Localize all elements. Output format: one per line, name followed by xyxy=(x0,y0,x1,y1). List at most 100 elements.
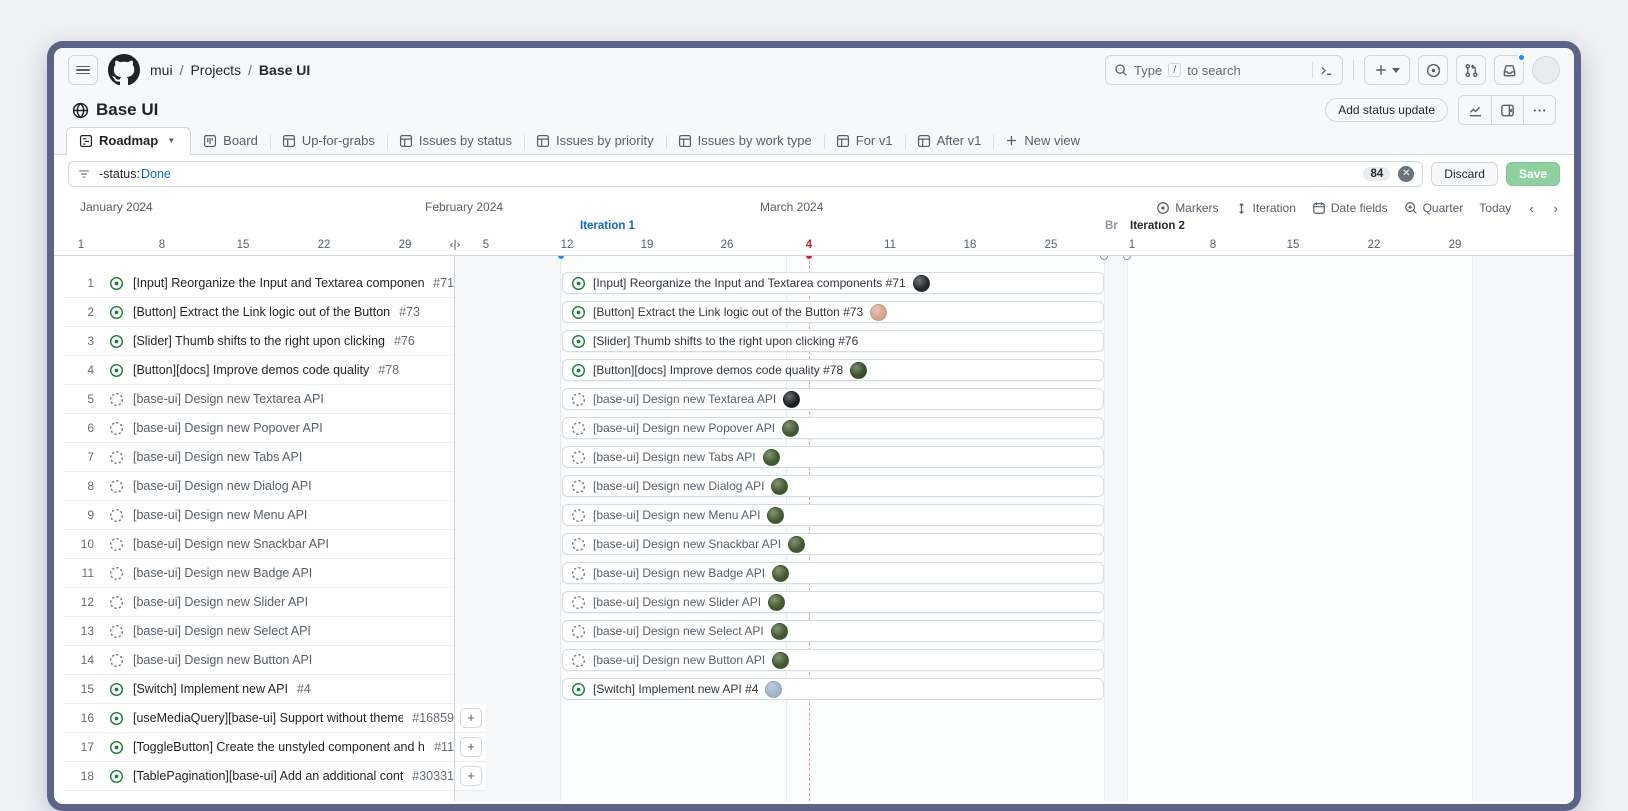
item-title[interactable]: [Slider] Thumb shifts to the right upon … xyxy=(133,334,385,348)
gantt-bar[interactable]: [base-ui] Design new Popover API xyxy=(562,417,1104,439)
control-iteration[interactable]: Iteration xyxy=(1235,201,1296,215)
item-title[interactable]: [base-ui] Design new Menu API xyxy=(133,508,307,522)
item-title[interactable]: [Button][docs] Improve demos code qualit… xyxy=(133,363,369,377)
control-today[interactable]: Today xyxy=(1479,201,1511,215)
table-row[interactable]: 6 [base-ui] Design new Popover API xyxy=(64,414,454,443)
tab-after-v1[interactable]: After v1 xyxy=(905,128,994,154)
gantt-bar[interactable]: [base-ui] Design new Dialog API xyxy=(562,475,1104,497)
github-logo-icon[interactable] xyxy=(108,54,140,86)
new-view-tab[interactable]: New view xyxy=(993,128,1092,154)
breadcrumb-section[interactable]: Projects xyxy=(190,62,241,78)
table-row[interactable]: 11 [base-ui] Design new Badge API xyxy=(64,559,454,588)
table-row[interactable]: 10 [base-ui] Design new Snackbar API xyxy=(64,530,454,559)
add-date-button[interactable]: + xyxy=(460,766,482,786)
column-resize-handle[interactable] xyxy=(448,238,462,252)
item-title[interactable]: [Switch] Implement new API xyxy=(133,682,288,696)
item-title[interactable]: [base-ui] Design new Select API xyxy=(133,624,311,638)
table-row[interactable]: 4 [Button][docs] Improve demos code qual… xyxy=(64,356,454,385)
command-palette-icon[interactable] xyxy=(1319,63,1334,78)
control-markers[interactable]: Markers xyxy=(1156,201,1218,215)
table-row[interactable]: 2 [Button] Extract the Link logic out of… xyxy=(64,298,454,327)
tab-options-caret-icon[interactable]: ▼ xyxy=(164,134,178,147)
item-title[interactable]: [base-ui] Design new Tabs API xyxy=(133,450,302,464)
prev-page-chevron[interactable]: ‹ xyxy=(1527,201,1535,216)
table-row[interactable]: 17 [ToggleButton] Create the unstyled co… xyxy=(64,733,454,762)
discard-button[interactable]: Discard xyxy=(1431,162,1498,186)
create-new-button[interactable] xyxy=(1364,55,1410,85)
breadcrumb-org[interactable]: mui xyxy=(150,62,173,78)
gantt-bar[interactable]: [base-ui] Design new Badge API xyxy=(562,562,1104,584)
assignee-avatar xyxy=(783,391,800,408)
gantt-bar[interactable]: [base-ui] Design new Menu API xyxy=(562,504,1104,526)
table-row[interactable]: 13 [base-ui] Design new Select API xyxy=(64,617,454,646)
item-title[interactable]: [base-ui] Design new Popover API xyxy=(133,421,323,435)
next-page-chevron[interactable]: › xyxy=(1552,201,1560,216)
table-row[interactable]: 3 [Slider] Thumb shifts to the right upo… xyxy=(64,327,454,356)
table-row[interactable]: 16 [useMediaQuery][base-ui] Support with… xyxy=(64,704,454,733)
draft-issue-icon xyxy=(109,392,124,407)
gantt-bar[interactable]: [Slider] Thumb shifts to the right upon … xyxy=(562,330,1104,352)
control-quarter[interactable]: Quarter xyxy=(1404,201,1464,215)
item-title[interactable]: [Button] Extract the Link logic out of t… xyxy=(133,305,390,319)
item-title[interactable]: [base-ui] Design new Button API xyxy=(133,653,312,667)
gantt-bar[interactable]: [base-ui] Design new Button API xyxy=(562,649,1104,671)
gantt-bar[interactable]: [base-ui] Design new Snackbar API xyxy=(562,533,1104,555)
gantt-bar[interactable]: [base-ui] Design new Textarea API xyxy=(562,388,1104,410)
item-title[interactable]: [useMediaQuery][base-ui] Support without… xyxy=(133,711,403,725)
tab-issues-by-status[interactable]: Issues by status xyxy=(387,128,524,154)
insights-chart-icon[interactable] xyxy=(1459,96,1491,124)
gantt-bar[interactable]: [Switch] Implement new API #4 xyxy=(562,678,1104,700)
table-row[interactable]: 8 [base-ui] Design new Dialog API xyxy=(64,472,454,501)
gantt-bar[interactable]: [Input] Reorganize the Input and Textare… xyxy=(562,272,1104,294)
issues-icon-button[interactable] xyxy=(1418,55,1448,85)
gantt-bar[interactable]: [base-ui] Design new Tabs API xyxy=(562,446,1104,468)
tab-issues-by-work-type[interactable]: Issues by work type xyxy=(666,128,824,154)
search-divider xyxy=(1312,62,1313,78)
table-row[interactable]: 18 [TablePagination][base-ui] Add an add… xyxy=(64,762,454,791)
kebab-menu-icon[interactable] xyxy=(1523,96,1555,124)
add-date-button[interactable]: + xyxy=(460,737,482,757)
item-title[interactable]: [base-ui] Design new Textarea API xyxy=(133,392,324,406)
search-input[interactable]: Type / to search xyxy=(1105,55,1343,85)
add-date-button[interactable]: + xyxy=(460,708,482,728)
save-button[interactable]: Save xyxy=(1506,162,1560,186)
table-row[interactable]: 14 [base-ui] Design new Button API xyxy=(64,646,454,675)
table-row[interactable]: 15 [Switch] Implement new API #4 xyxy=(64,675,454,704)
tab-roadmap[interactable]: Roadmap▼ xyxy=(66,127,191,155)
draft-issue-icon xyxy=(571,450,586,465)
inbox-icon-button[interactable] xyxy=(1494,55,1524,85)
control-date-fields[interactable]: Date fields xyxy=(1312,201,1388,215)
filter-input[interactable]: -status:Done 84 ✕ xyxy=(68,161,1423,187)
table-row[interactable]: 5 [base-ui] Design new Textarea API xyxy=(64,385,454,414)
clear-filter-icon[interactable]: ✕ xyxy=(1398,166,1414,182)
issue-number: #76 xyxy=(394,334,415,348)
table-row[interactable]: 9 [base-ui] Design new Menu API xyxy=(64,501,454,530)
gantt-bar[interactable]: [Button] Extract the Link logic out of t… xyxy=(562,301,1104,323)
table-row[interactable]: 7 [base-ui] Design new Tabs API xyxy=(64,443,454,472)
grid-line xyxy=(1104,256,1105,801)
gantt-bar[interactable]: [Button][docs] Improve demos code qualit… xyxy=(562,359,1104,381)
pull-requests-icon-button[interactable] xyxy=(1456,55,1486,85)
item-title[interactable]: [TablePagination][base-ui] Add an additi… xyxy=(133,769,403,783)
gantt-bar[interactable]: [base-ui] Design new Slider API xyxy=(562,591,1104,613)
hamburger-menu-button[interactable] xyxy=(68,55,98,85)
tab-issues-by-priority[interactable]: Issues by priority xyxy=(524,128,666,154)
tab-board[interactable]: Board xyxy=(191,128,270,154)
table-row[interactable]: 12 [base-ui] Design new Slider API xyxy=(64,588,454,617)
table-row[interactable]: 1 [Input] Reorganize the Input and Texta… xyxy=(64,269,454,298)
user-avatar[interactable] xyxy=(1532,56,1560,84)
breadcrumb-project[interactable]: Base UI xyxy=(259,62,310,78)
item-title[interactable]: [Input] Reorganize the Input and Textare… xyxy=(133,276,424,290)
side-panel-icon[interactable] xyxy=(1491,96,1523,124)
item-title[interactable]: [base-ui] Design new Badge API xyxy=(133,566,312,580)
item-title[interactable]: [base-ui] Design new Snackbar API xyxy=(133,537,329,551)
gantt-bar-label: [base-ui] Design new Tabs API xyxy=(593,450,756,464)
tab-up-for-grabs[interactable]: Up-for-grabs xyxy=(270,128,387,154)
item-title[interactable]: [base-ui] Design new Slider API xyxy=(133,595,308,609)
row-number: 1 xyxy=(72,276,94,290)
item-title[interactable]: [ToggleButton] Create the unstyled compo… xyxy=(133,740,425,754)
add-status-update-button[interactable]: Add status update xyxy=(1325,98,1448,122)
item-title[interactable]: [base-ui] Design new Dialog API xyxy=(133,479,312,493)
tab-for-v1[interactable]: For v1 xyxy=(824,128,905,154)
gantt-bar[interactable]: [base-ui] Design new Select API xyxy=(562,620,1104,642)
